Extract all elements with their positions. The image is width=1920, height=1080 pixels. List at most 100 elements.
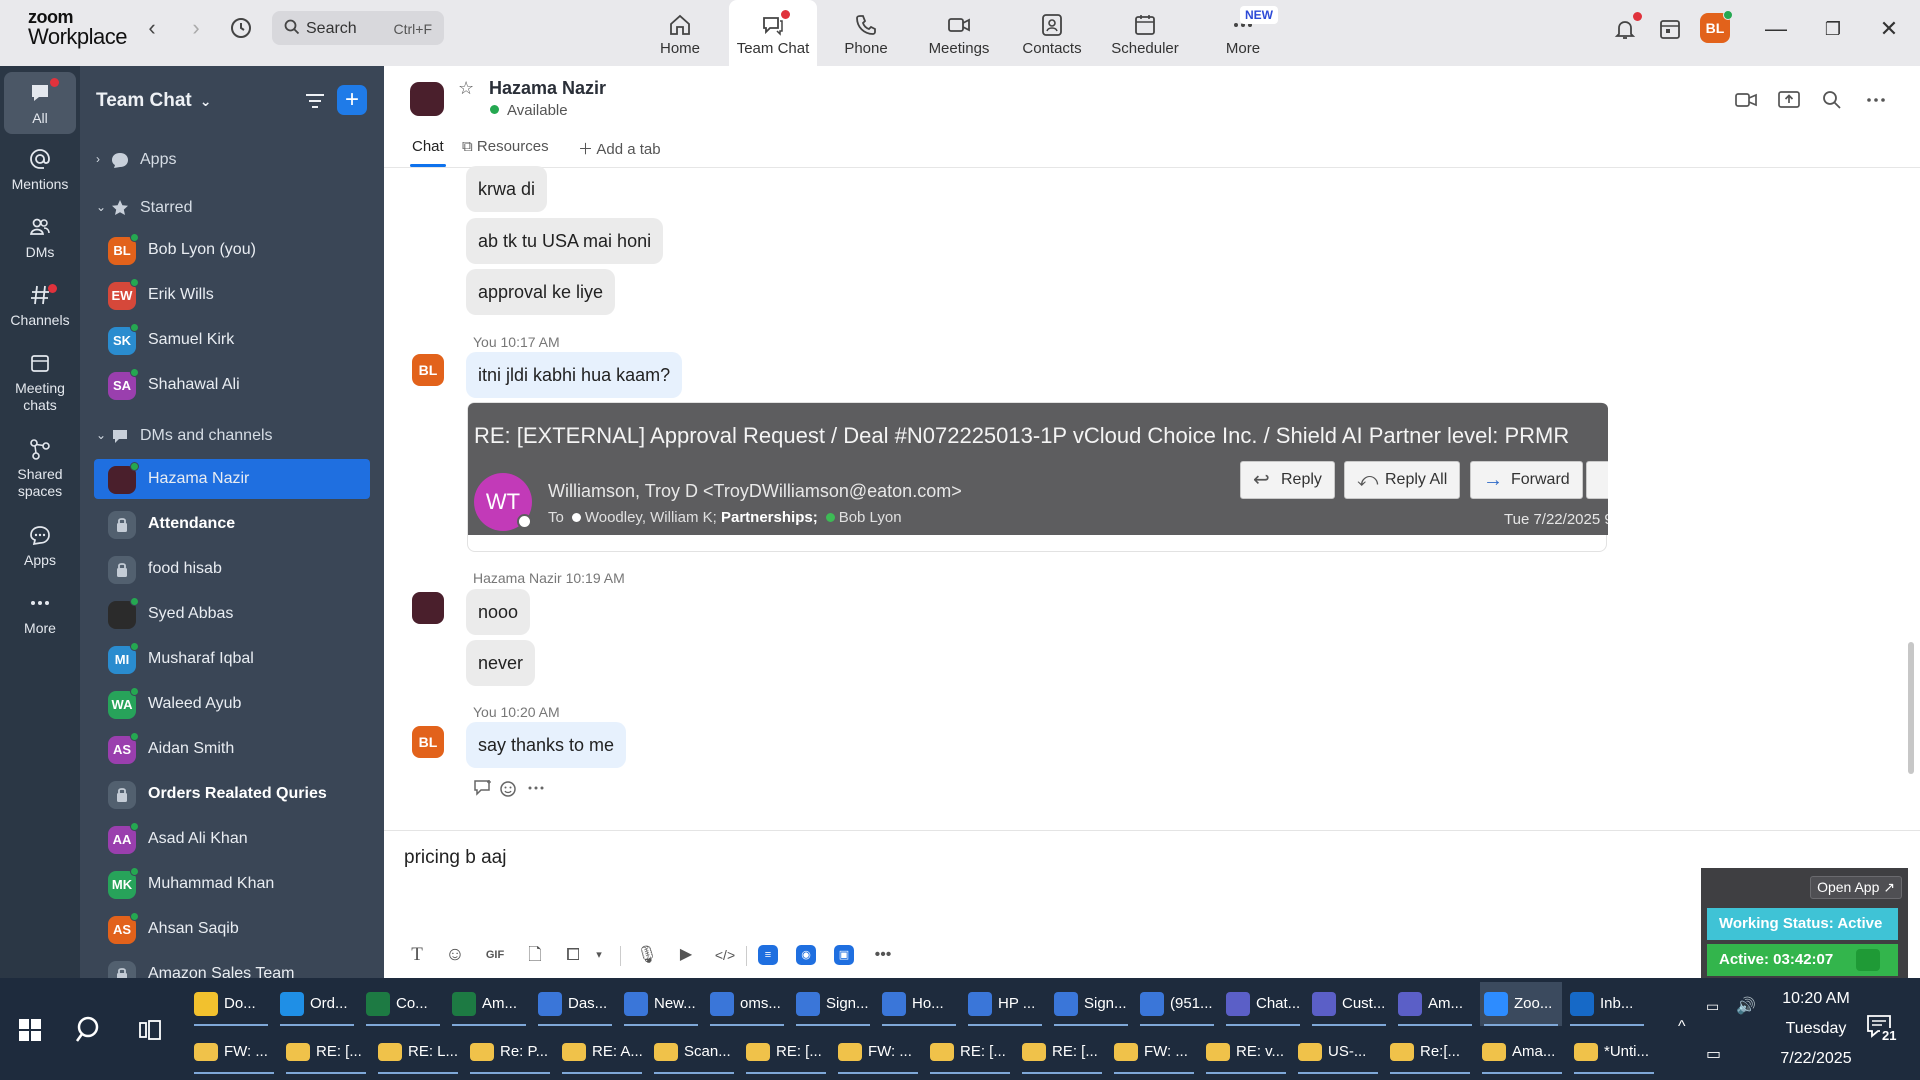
taskbar-app[interactable]: (951...: [1136, 982, 1218, 1026]
back-arrow-icon[interactable]: ‹: [140, 16, 164, 40]
taskbar-window[interactable]: RE: A...: [558, 1030, 646, 1074]
task-view-icon[interactable]: [138, 1018, 162, 1042]
emoji-icon[interactable]: ☺: [442, 942, 468, 968]
taskbar-window[interactable]: FW: ...: [190, 1030, 278, 1074]
screenshot-icon[interactable]: ⧠: [560, 942, 586, 968]
sidebar-item[interactable]: Amazon Sales Team: [94, 954, 370, 978]
rail-all[interactable]: All: [4, 72, 76, 134]
app-icon-2[interactable]: ◉: [796, 945, 816, 965]
message-bubble[interactable]: never: [466, 640, 536, 686]
taskbar-app[interactable]: Am...: [448, 982, 530, 1026]
windows-start-icon[interactable]: [18, 1018, 42, 1042]
star-icon[interactable]: ☆: [458, 78, 474, 99]
search-box[interactable]: Search Ctrl+F: [272, 11, 444, 45]
nav-contacts[interactable]: Contacts: [1008, 0, 1096, 66]
search-icon[interactable]: [1820, 88, 1844, 112]
email-preview-card[interactable]: RE: [EXTERNAL] Approval Request / Deal #…: [467, 402, 1608, 552]
sender-avatar[interactable]: BL: [412, 726, 444, 758]
app-icon-3[interactable]: ▣: [834, 945, 854, 965]
reply-thread-icon[interactable]: [472, 778, 494, 798]
taskbar-app[interactable]: Co...: [362, 982, 444, 1026]
taskbar-app[interactable]: Ord...: [276, 982, 358, 1026]
system-clock[interactable]: 10:20 AM Tuesday 7/22/2025: [1766, 984, 1866, 1074]
filter-icon[interactable]: [1856, 949, 1880, 971]
message-bubble[interactable]: nooo: [466, 589, 531, 635]
more-options-icon[interactable]: [1864, 88, 1888, 112]
message-bubble[interactable]: itni jldi kabhi hua kaam?: [466, 352, 683, 398]
taskbar-window[interactable]: RE: [...: [1018, 1030, 1106, 1074]
tab-add[interactable]: ＋ Add a tab: [578, 138, 661, 159]
notification-center-icon[interactable]: 21: [1866, 1014, 1899, 1043]
taskbar-window[interactable]: RE: [...: [282, 1030, 370, 1074]
taskbar-app[interactable]: Das...: [534, 982, 616, 1026]
rail-channels[interactable]: Channels: [4, 282, 76, 329]
more-apps-icon[interactable]: •••: [870, 942, 896, 968]
rail-more[interactable]: More: [4, 590, 76, 637]
tab-chat[interactable]: Chat: [412, 138, 444, 155]
message-bubble[interactable]: krwa di: [466, 166, 548, 212]
sidebar-item[interactable]: MI Musharaf Iqbal: [94, 639, 370, 679]
taskbar-window[interactable]: Ama...: [1478, 1030, 1566, 1074]
rail-mentions[interactable]: Mentions: [4, 146, 76, 193]
sidebar-item[interactable]: AS Aidan Smith: [94, 729, 370, 769]
taskbar-window[interactable]: US-...: [1294, 1030, 1382, 1074]
taskbar-app[interactable]: Sign...: [1050, 982, 1132, 1026]
taskbar-app[interactable]: Inb...: [1566, 982, 1648, 1026]
calendar-icon[interactable]: [1657, 16, 1683, 42]
taskbar-window[interactable]: RE: [...: [926, 1030, 1014, 1074]
video-call-icon[interactable]: [1734, 88, 1758, 112]
sidebar-item[interactable]: SK Samuel Kirk: [94, 320, 370, 360]
taskbar-app[interactable]: New...: [620, 982, 702, 1026]
taskbar-window[interactable]: FW: ...: [1110, 1030, 1198, 1074]
search-icon[interactable]: [74, 1014, 106, 1046]
sidebar-item[interactable]: Syed Abbas: [94, 594, 370, 634]
sender-avatar[interactable]: BL: [412, 354, 444, 386]
taskbar-app[interactable]: Cust...: [1308, 982, 1390, 1026]
taskbar-window[interactable]: RE: [...: [742, 1030, 830, 1074]
nav-phone[interactable]: Phone: [822, 0, 910, 66]
sender-avatar[interactable]: [412, 592, 444, 624]
taskbar-app[interactable]: Ho...: [878, 982, 960, 1026]
taskbar-window[interactable]: Scan...: [650, 1030, 738, 1074]
format-text-icon[interactable]: T: [404, 942, 430, 968]
taskbar-window[interactable]: RE: v...: [1202, 1030, 1290, 1074]
app-icon-1[interactable]: ≡: [758, 945, 778, 965]
chevron-up-icon[interactable]: ^: [1678, 1018, 1686, 1036]
emoji-react-icon[interactable]: [498, 778, 520, 798]
sidebar-item[interactable]: EW Erik Wills: [94, 275, 370, 315]
video-message-icon[interactable]: ▶: [673, 942, 699, 968]
scrollbar[interactable]: [1908, 642, 1914, 774]
chevron-down-icon[interactable]: ▾: [586, 942, 612, 968]
taskbar-window[interactable]: FW: ...: [834, 1030, 922, 1074]
taskbar-app[interactable]: HP ...: [964, 982, 1046, 1026]
file-icon[interactable]: 🗋: [522, 942, 548, 968]
sidebar-item[interactable]: WA Waleed Ayub: [94, 684, 370, 724]
message-bubble[interactable]: approval ke liye: [466, 269, 616, 315]
sidebar-item[interactable]: AA Asad Ali Khan: [94, 819, 370, 859]
taskbar-window[interactable]: *Unti...: [1570, 1030, 1658, 1074]
sidebar-item[interactable]: food hisab: [94, 549, 370, 589]
taskbar-window[interactable]: Re: P...: [466, 1030, 554, 1074]
taskbar-app[interactable]: Zoo...: [1480, 982, 1562, 1026]
share-screen-icon[interactable]: [1777, 88, 1801, 112]
tab-resources[interactable]: ⧉ Resources: [462, 138, 549, 155]
message-input[interactable]: [404, 840, 1404, 876]
taskbar-app[interactable]: Do...: [190, 982, 272, 1026]
rail-shared-spaces[interactable]: Shared spaces: [4, 436, 76, 500]
taskbar-app[interactable]: Am...: [1394, 982, 1476, 1026]
sidebar-item[interactable]: Orders Realated Quries: [94, 774, 370, 814]
contact-name[interactable]: Hazama Nazir: [489, 78, 606, 99]
history-icon[interactable]: [228, 15, 254, 41]
restore-icon[interactable]: ❐: [1818, 14, 1848, 44]
rail-dms[interactable]: DMs: [4, 214, 76, 261]
nav-home[interactable]: Home: [636, 0, 724, 66]
taskbar-window[interactable]: Re:[...: [1386, 1030, 1474, 1074]
message-bubble[interactable]: ab tk tu USA mai honi: [466, 218, 664, 264]
working-status-badge[interactable]: Working Status: Active: [1707, 908, 1898, 940]
rail-apps[interactable]: Apps: [4, 522, 76, 569]
contact-avatar[interactable]: [410, 82, 444, 116]
close-icon[interactable]: ✕: [1874, 14, 1904, 44]
rail-meeting-chats[interactable]: Meeting chats: [4, 350, 76, 414]
gif-icon[interactable]: GIF: [482, 942, 508, 968]
sidebar-item[interactable]: MK Muhammad Khan: [94, 864, 370, 904]
